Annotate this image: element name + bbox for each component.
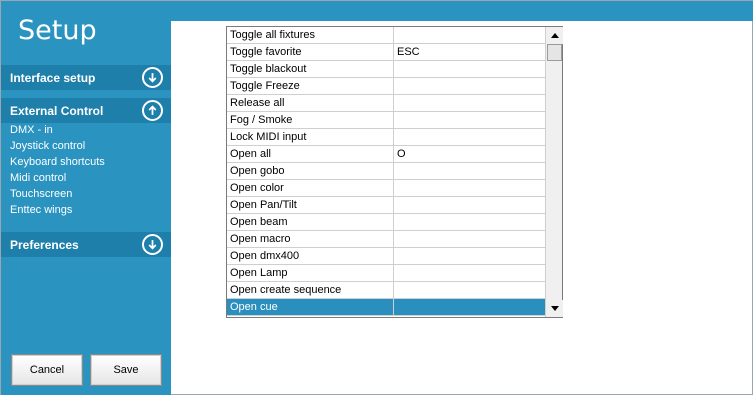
shortcut-cell[interactable] (394, 248, 545, 264)
table-row[interactable]: Open create sequence (227, 282, 545, 299)
action-cell: Lock MIDI input (227, 129, 394, 145)
action-cell: Open create sequence (227, 282, 394, 298)
action-cell: Open cue (227, 299, 394, 315)
sidebar-item-touchscreen[interactable]: Touchscreen (10, 188, 72, 200)
table-row[interactable]: Lock MIDI input (227, 129, 545, 146)
shortcut-cell[interactable] (394, 197, 545, 213)
table-row[interactable]: Open dmx400 (227, 248, 545, 265)
table-row[interactable]: Open gobo (227, 163, 545, 180)
action-cell: Release all (227, 95, 394, 111)
table-row[interactable]: Open Pan/Tilt (227, 197, 545, 214)
action-cell: Fog / Smoke (227, 112, 394, 128)
table-row[interactable]: Toggle Freeze (227, 78, 545, 95)
shortcut-cell[interactable] (394, 95, 545, 111)
action-cell: Toggle blackout (227, 61, 394, 77)
section-label: External Control (10, 103, 104, 118)
action-cell: Toggle all fixtures (227, 27, 394, 43)
sidebar-item-enttec-wings[interactable]: Enttec wings (10, 204, 72, 216)
shortcut-cell[interactable] (394, 299, 545, 315)
table-row[interactable]: Open cue (227, 299, 545, 316)
sidebar-item-midi-control[interactable]: Midi control (10, 172, 66, 184)
sidebar-item-dmx-in[interactable]: DMX - in (10, 124, 53, 136)
shortcut-cell[interactable] (394, 214, 545, 230)
shortcut-cell[interactable] (394, 61, 545, 77)
action-cell: Open Pan/Tilt (227, 197, 394, 213)
shortcut-cell[interactable]: O (394, 146, 545, 162)
save-button[interactable]: Save (90, 354, 162, 386)
sidebar-item-keyboard-shortcuts[interactable]: Keyboard shortcuts (10, 156, 105, 168)
scroll-up-icon[interactable] (546, 27, 563, 44)
action-cell: Open dmx400 (227, 248, 394, 264)
shortcut-cell[interactable] (394, 180, 545, 196)
top-bar (171, 1, 753, 21)
section-preferences[interactable]: Preferences (1, 232, 171, 257)
table-row[interactable]: Open color (227, 180, 545, 197)
table-row[interactable]: Open Lamp (227, 265, 545, 282)
action-cell: Open beam (227, 214, 394, 230)
section-label: Interface setup (10, 70, 96, 85)
shortcuts-table: Toggle all fixtures Toggle favorite ESC Tog… (226, 26, 563, 318)
shortcut-cell[interactable] (394, 265, 545, 281)
sidebar: Setup Interface setup External Control D… (1, 1, 171, 395)
setup-window: Setup Interface setup External Control D… (0, 0, 753, 395)
shortcut-cell[interactable] (394, 27, 545, 43)
table-row[interactable]: Fog / Smoke (227, 112, 545, 129)
table-row[interactable]: Open all O (227, 146, 545, 163)
sidebar-item-joystick-control[interactable]: Joystick control (10, 140, 85, 152)
table-row[interactable]: Toggle blackout (227, 61, 545, 78)
chevron-down-icon (142, 67, 163, 88)
cancel-button[interactable]: Cancel (11, 354, 83, 386)
chevron-up-icon (142, 100, 163, 121)
action-cell: Toggle Freeze (227, 78, 394, 94)
section-label: Preferences (10, 237, 79, 252)
chevron-down-icon (142, 234, 163, 255)
shortcut-cell[interactable] (394, 78, 545, 94)
shortcut-cell[interactable] (394, 129, 545, 145)
shortcut-cell[interactable]: ESC (394, 44, 545, 60)
table-row[interactable]: Toggle favorite ESC (227, 44, 545, 61)
action-cell: Open all (227, 146, 394, 162)
vertical-scrollbar[interactable] (545, 27, 563, 317)
table-row[interactable]: Open beam (227, 214, 545, 231)
action-cell: Toggle favorite (227, 44, 394, 60)
shortcut-cell[interactable] (394, 231, 545, 247)
scroll-thumb[interactable] (547, 44, 562, 61)
action-cell: Open Lamp (227, 265, 394, 281)
shortcut-cell[interactable] (394, 282, 545, 298)
table-row[interactable]: Toggle all fixtures (227, 27, 545, 44)
action-cell: Open color (227, 180, 394, 196)
shortcut-cell[interactable] (394, 163, 545, 179)
scroll-down-icon[interactable] (546, 300, 563, 317)
page-title: Setup (18, 15, 97, 46)
section-external-control[interactable]: External Control (1, 98, 171, 123)
action-cell: Open gobo (227, 163, 394, 179)
action-cell: Open macro (227, 231, 394, 247)
shortcut-cell[interactable] (394, 112, 545, 128)
table-row[interactable]: Release all (227, 95, 545, 112)
table-body: Toggle all fixtures Toggle favorite ESC Tog… (227, 27, 545, 316)
table-row[interactable]: Open macro (227, 231, 545, 248)
section-interface-setup[interactable]: Interface setup (1, 65, 171, 90)
